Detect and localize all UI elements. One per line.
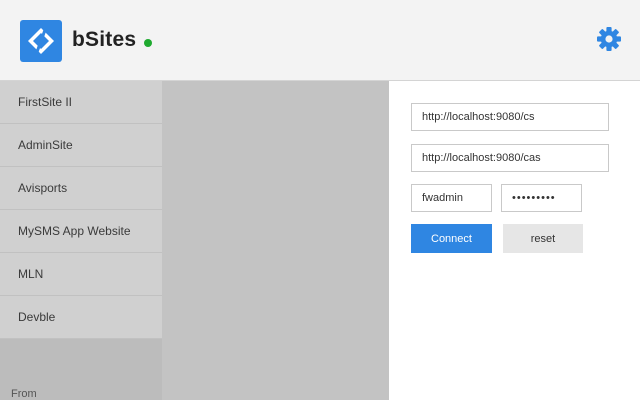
bsites-logo-icon — [20, 20, 62, 62]
sidebar-item-devble[interactable]: Devble — [0, 296, 162, 339]
sidebar-item-avisports[interactable]: Avisports — [0, 167, 162, 210]
username-field[interactable] — [411, 184, 492, 212]
sidebar-footer-label: From — [11, 388, 37, 400]
reset-button[interactable]: reset — [503, 224, 583, 253]
connection-panel: Connect reset — [389, 81, 640, 400]
app-title: bSites — [72, 28, 137, 51]
sidebar-item-firstsite-ii[interactable]: FirstSite II — [0, 81, 162, 124]
sidebar-item-adminsite[interactable]: AdminSite — [0, 124, 162, 167]
connect-button[interactable]: Connect — [411, 224, 492, 253]
site-sidebar: FirstSite II AdminSite Avisports MySMS A… — [0, 81, 162, 400]
sidebar-item-mysms-app-website[interactable]: MySMS App Website — [0, 210, 162, 253]
content-area — [162, 81, 389, 400]
cs-url-field[interactable] — [411, 103, 609, 131]
password-field[interactable] — [501, 184, 582, 212]
cas-url-field[interactable] — [411, 144, 609, 172]
connection-status-dot — [144, 39, 152, 47]
site-list: FirstSite II AdminSite Avisports MySMS A… — [0, 81, 162, 339]
sidebar-item-mln[interactable]: MLN — [0, 253, 162, 296]
gear-icon[interactable] — [596, 26, 622, 52]
app-header: bSites — [0, 0, 640, 81]
